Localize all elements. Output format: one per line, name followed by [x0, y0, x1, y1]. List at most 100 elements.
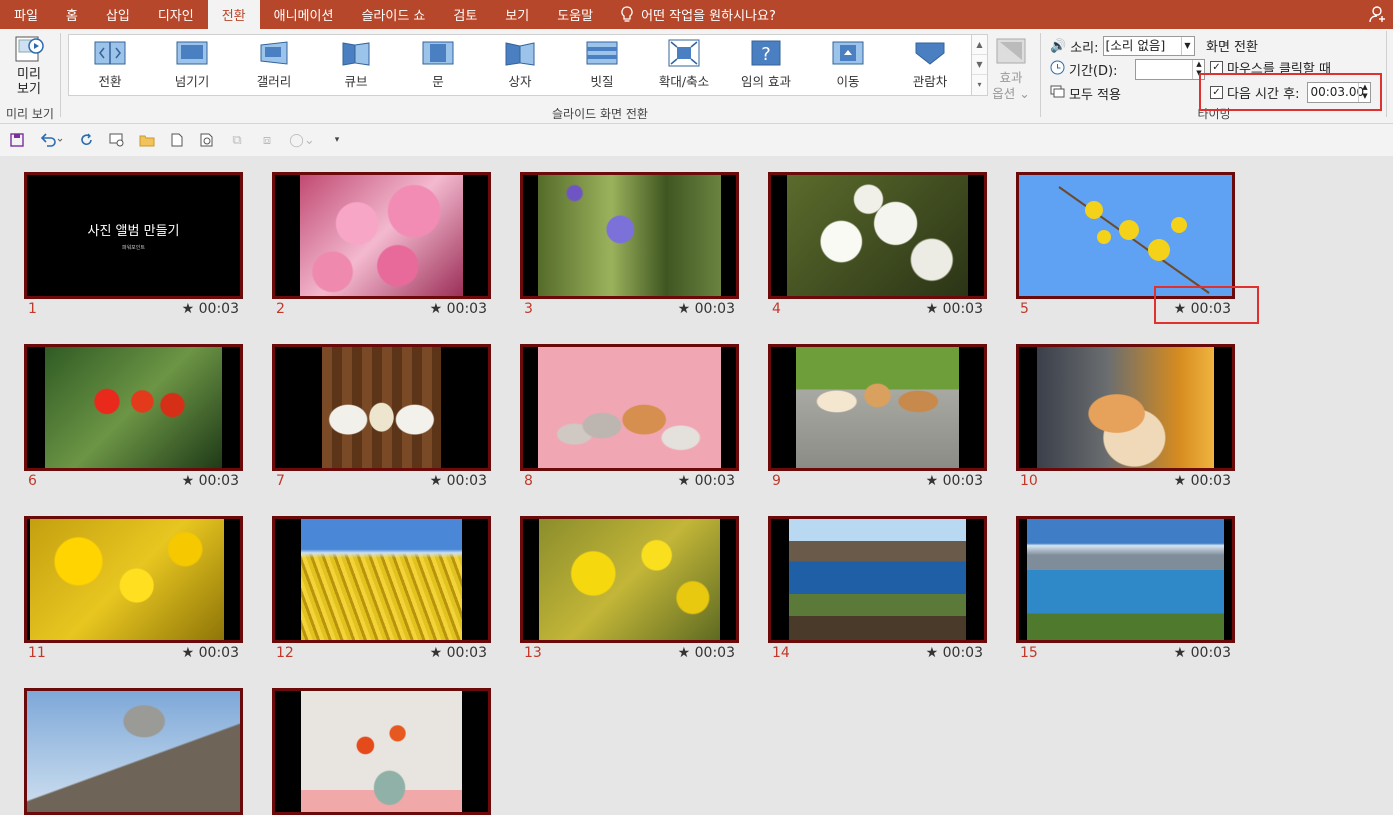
transition-comb[interactable]: 빗질	[565, 39, 639, 90]
slide-thumbnail[interactable]	[272, 688, 491, 815]
slide-image[interactable]	[1016, 172, 1235, 299]
slide-image[interactable]	[520, 344, 739, 471]
transition-ferris[interactable]: 관람차	[893, 39, 967, 90]
apply-all-button[interactable]: 모두 적용	[1050, 84, 1121, 103]
transition-box[interactable]: 상자	[483, 39, 557, 90]
sound-dropdown[interactable]: [소리 없음] ▼	[1102, 36, 1195, 56]
customize-qat-icon[interactable]: ▾	[329, 132, 345, 148]
crater-lake-photo	[789, 519, 966, 640]
transition-label: 큐브	[344, 74, 368, 89]
gallery-more-icon[interactable]: ▾	[972, 75, 987, 95]
open-folder-icon[interactable]	[139, 132, 155, 148]
tab-view[interactable]: 보기	[491, 0, 543, 29]
transition-split[interactable]: 전환	[73, 39, 147, 90]
tab-help[interactable]: 도움말	[543, 0, 607, 29]
slide-number: 9	[772, 473, 781, 489]
gallery-down-icon[interactable]: ▼	[972, 55, 987, 75]
slide-thumbnail[interactable]: 7 ★ 00:03	[272, 344, 491, 489]
tab-design[interactable]: 디자인	[144, 0, 208, 29]
tab-transitions[interactable]: 전환	[207, 0, 260, 29]
undo-icon[interactable]	[39, 132, 65, 148]
transition-cube[interactable]: 큐브	[319, 39, 393, 90]
slide-thumbnail[interactable]: 4 ★ 00:03	[768, 172, 987, 317]
slide-timing: ★ 00:03	[429, 301, 487, 317]
ribbon-tab-bar: 파일 홈 삽입 디자인 전환 애니메이션 슬라이드 쇼 검토 보기 도움말 어떤…	[0, 0, 1393, 29]
slide-image[interactable]	[768, 516, 987, 643]
tab-home[interactable]: 홈	[52, 0, 92, 29]
slide-timing: ★ 00:03	[181, 473, 239, 489]
effect-options-button[interactable]: 효과 옵션 ⌄	[992, 35, 1030, 102]
lightbulb-icon	[621, 6, 633, 23]
slide-image[interactable]	[272, 172, 491, 299]
slide-image[interactable]	[520, 172, 739, 299]
slide-thumbnail[interactable]: 사진 앨범 만들기 파워포인트 1 ★ 00:03	[24, 172, 243, 317]
forsythia-bush-photo	[301, 519, 462, 640]
gallery-up-icon[interactable]: ▲	[972, 35, 987, 55]
slide-image[interactable]	[768, 172, 987, 299]
tab-animations[interactable]: 애니메이션	[260, 0, 348, 29]
slide-image[interactable]	[1016, 516, 1235, 643]
slide-timing: ★ 00:03	[677, 645, 735, 661]
group-objects-icon[interactable]: ⧉	[229, 132, 245, 148]
peel-icon	[176, 39, 208, 67]
slide-image[interactable]	[768, 344, 987, 471]
slide-subtitle: 파워포인트	[121, 245, 145, 251]
sound-row: 🔊 소리: [소리 없음] ▼	[1050, 36, 1195, 56]
slide-image[interactable]	[272, 688, 491, 815]
slide-thumbnail[interactable]: 15 ★ 00:03	[1016, 516, 1235, 661]
print-preview-icon[interactable]	[199, 132, 215, 148]
slide-image[interactable]	[1016, 344, 1235, 471]
slide-thumbnail[interactable]: 11 ★ 00:03	[24, 516, 243, 661]
ferris-icon	[914, 39, 946, 67]
purple-flower-photo	[538, 175, 721, 296]
random-icon: ?	[750, 39, 782, 67]
tab-file[interactable]: 파일	[0, 0, 52, 29]
slide-image[interactable]	[24, 688, 243, 815]
tell-me-box[interactable]: 어떤 작업을 원하시나요?	[607, 0, 776, 29]
slide-thumbnail[interactable]: 13 ★ 00:03	[520, 516, 739, 661]
slide-thumbnail[interactable]: 8 ★ 00:03	[520, 344, 739, 489]
slide-thumbnail[interactable]: 2 ★ 00:03	[272, 172, 491, 317]
slide-number: 6	[28, 473, 37, 489]
slide-number: 3	[524, 301, 533, 317]
slide-image[interactable]	[272, 516, 491, 643]
duration-spinner[interactable]: ▲ ▼	[1135, 59, 1206, 80]
redo-icon[interactable]	[79, 132, 95, 148]
transition-shape[interactable]: 이동	[811, 39, 885, 90]
effect-options-icon	[996, 38, 1026, 64]
transition-doors[interactable]: 문	[401, 39, 475, 90]
slide-thumbnail[interactable]: 10 ★ 00:03	[1016, 344, 1235, 489]
effect-options-label-2: 옵션 ⌄	[992, 86, 1030, 101]
slide-thumbnail[interactable]: 3 ★ 00:03	[520, 172, 739, 317]
slide-thumbnail[interactable]	[24, 688, 243, 815]
transition-label: 전환	[98, 74, 122, 89]
slide-thumbnail[interactable]: 12 ★ 00:03	[272, 516, 491, 661]
puppies-photo	[796, 347, 959, 468]
tab-slideshow[interactable]: 슬라이드 쇼	[347, 0, 439, 29]
transition-gallery-effect[interactable]: 갤러리	[237, 39, 311, 90]
save-icon[interactable]	[9, 132, 25, 148]
forsythia-branch-photo	[539, 519, 720, 640]
transition-zoom[interactable]: 확대/축소	[647, 39, 721, 90]
transition-peel[interactable]: 넘기기	[155, 39, 229, 90]
slide-image[interactable]	[272, 344, 491, 471]
transition-label: 임의 효과	[741, 74, 791, 89]
slide-thumbnail[interactable]: 9 ★ 00:03	[768, 344, 987, 489]
chevron-down-icon: ▼	[1180, 37, 1194, 55]
slideshow-icon[interactable]	[109, 132, 125, 148]
slide-title: 사진 앨범 만들기	[87, 224, 180, 239]
slide-image[interactable]	[24, 516, 243, 643]
slide-image[interactable]	[520, 516, 739, 643]
tab-insert[interactable]: 삽입	[92, 0, 144, 29]
transition-random[interactable]: ? 임의 효과	[729, 39, 803, 90]
slide-thumbnail[interactable]: 6 ★ 00:03	[24, 344, 243, 489]
tab-review[interactable]: 검토	[439, 0, 491, 29]
account-icon[interactable]	[1369, 5, 1387, 26]
slide-thumbnail[interactable]: 14 ★ 00:03	[768, 516, 987, 661]
shapes-icon[interactable]: ◯⌄	[289, 132, 315, 148]
slide-image[interactable]	[24, 344, 243, 471]
preview-button[interactable]: 미리 보기	[6, 33, 52, 97]
slide-image[interactable]: 사진 앨범 만들기 파워포인트	[24, 172, 243, 299]
new-file-icon[interactable]	[169, 132, 185, 148]
ungroup-objects-icon[interactable]: ⧈	[259, 132, 275, 148]
